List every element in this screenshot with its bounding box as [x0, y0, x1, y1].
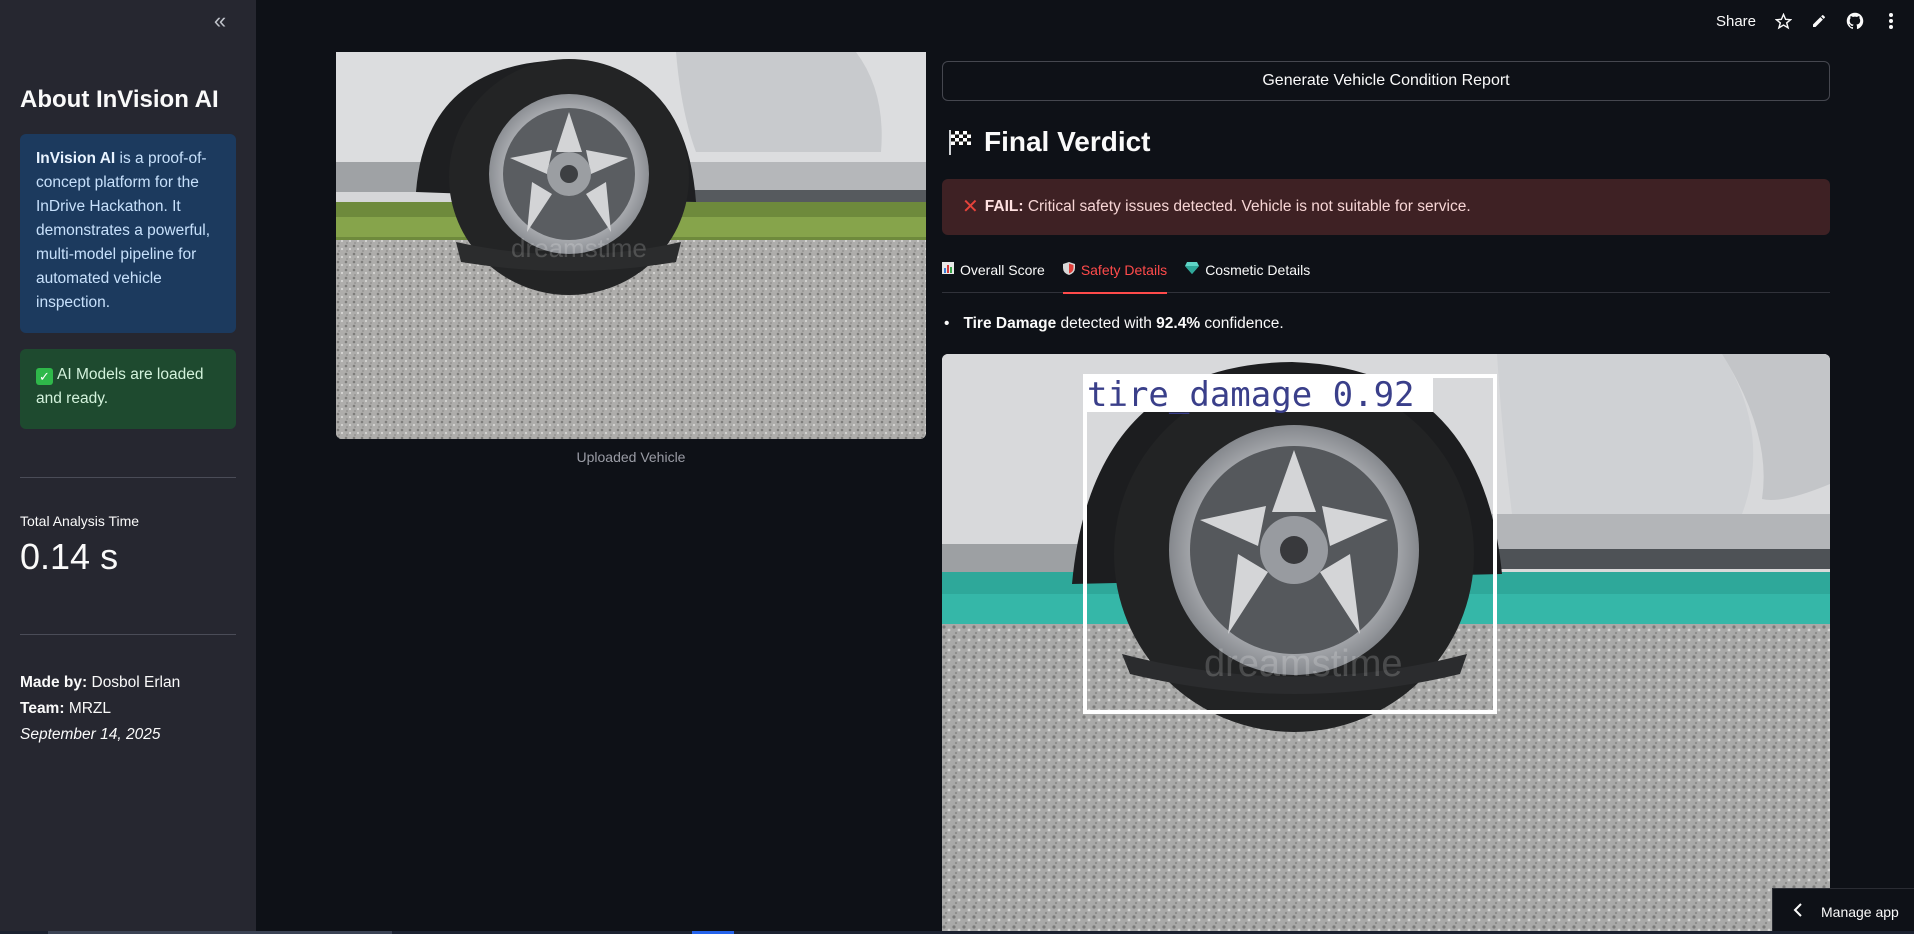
manage-app-label: Manage app [1821, 903, 1899, 920]
tab-label: Overall Score [960, 262, 1045, 278]
tab-safety-details[interactable]: Safety Details [1062, 258, 1168, 294]
gem-icon [1185, 262, 1200, 277]
brand-name: InVision AI [36, 150, 116, 167]
detection-middle: detected with [1056, 315, 1157, 332]
manage-app-button[interactable]: Manage app [1772, 888, 1914, 934]
info-text: is a proof-of-concept platform for the I… [36, 150, 211, 311]
image-caption: Uploaded Vehicle [576, 449, 686, 465]
shield-icon [1062, 262, 1075, 278]
star-icon[interactable] [1774, 12, 1792, 30]
bar-chart-icon [942, 262, 954, 277]
made-by-value: Dosbol Erlan [87, 674, 181, 691]
watermark: dreamstime [511, 233, 647, 263]
detection-label: tire_damage 0.92 [1087, 375, 1415, 415]
tab-label: Safety Details [1080, 262, 1168, 278]
info-box: InVision AI is a proof-of-concept platfo… [20, 134, 236, 333]
team-value: MRZL [64, 700, 112, 717]
tab-cosmetic-details[interactable]: Cosmetic Details [1185, 258, 1310, 293]
double-chevron-left-icon[interactable]: « [208, 10, 232, 34]
metric-label: Total Analysis Time [20, 513, 140, 529]
top-toolbar: Share [1716, 0, 1914, 42]
metric-value: 0.14 s [20, 536, 119, 577]
cross-mark-icon: ✕ [962, 196, 979, 218]
detection-confidence: 92.4% [1156, 315, 1201, 332]
check-icon: ✓ [36, 368, 53, 385]
verdict-alert: ✕ FAIL: Critical safety issues detected.… [942, 179, 1830, 235]
divider [20, 634, 236, 635]
share-button[interactable]: Share [1716, 13, 1756, 30]
sidebar-title: About InVision AI [20, 86, 219, 113]
date: September 14, 2025 [20, 726, 161, 743]
app-root: « About InVision AI InVision AI is a pro… [0, 0, 1914, 934]
credits: Made by: Dosbol Erlan Team: MRZL Septemb… [20, 670, 180, 748]
checkered-flag-icon [946, 128, 974, 156]
status-text: AI Models are loaded and ready. [36, 366, 204, 407]
detection-bullet: Tire Damage detected with 92.4% confiden… [944, 315, 1284, 333]
made-by-label: Made by: [20, 674, 88, 691]
verdict-heading: Final Verdict [946, 126, 1151, 158]
verdict-label: FAIL: [984, 198, 1024, 215]
github-icon[interactable] [1846, 12, 1864, 30]
team-label: Team: [20, 700, 65, 717]
more-vertical-icon[interactable] [1882, 12, 1900, 30]
divider [20, 477, 236, 478]
sidebar: « About InVision AI InVision AI is a pro… [0, 0, 256, 934]
detail-tabs: Overall Score Safety Details Cosmetic De… [942, 258, 1830, 294]
tab-label: Cosmetic Details [1205, 262, 1311, 278]
generate-report-button[interactable]: Generate Vehicle Condition Report [942, 61, 1830, 101]
uploaded-vehicle-image: dreamstime [336, 52, 926, 439]
tab-overall-score[interactable]: Overall Score [942, 258, 1045, 293]
watermark: dreamstime [1204, 643, 1403, 685]
pencil-icon[interactable] [1810, 12, 1828, 30]
verdict-text: Critical safety issues detected. Vehicle… [1027, 198, 1471, 215]
verdict-title: Final Verdict [984, 126, 1151, 157]
success-box: ✓ AI Models are loaded and ready. [20, 349, 236, 429]
detection-name: Tire Damage [963, 315, 1057, 332]
detection-suffix: confidence. [1200, 315, 1284, 332]
detection-result-image: dreamstime tire_damage 0.92 [942, 354, 1830, 934]
chevron-left-icon [1793, 903, 1803, 920]
